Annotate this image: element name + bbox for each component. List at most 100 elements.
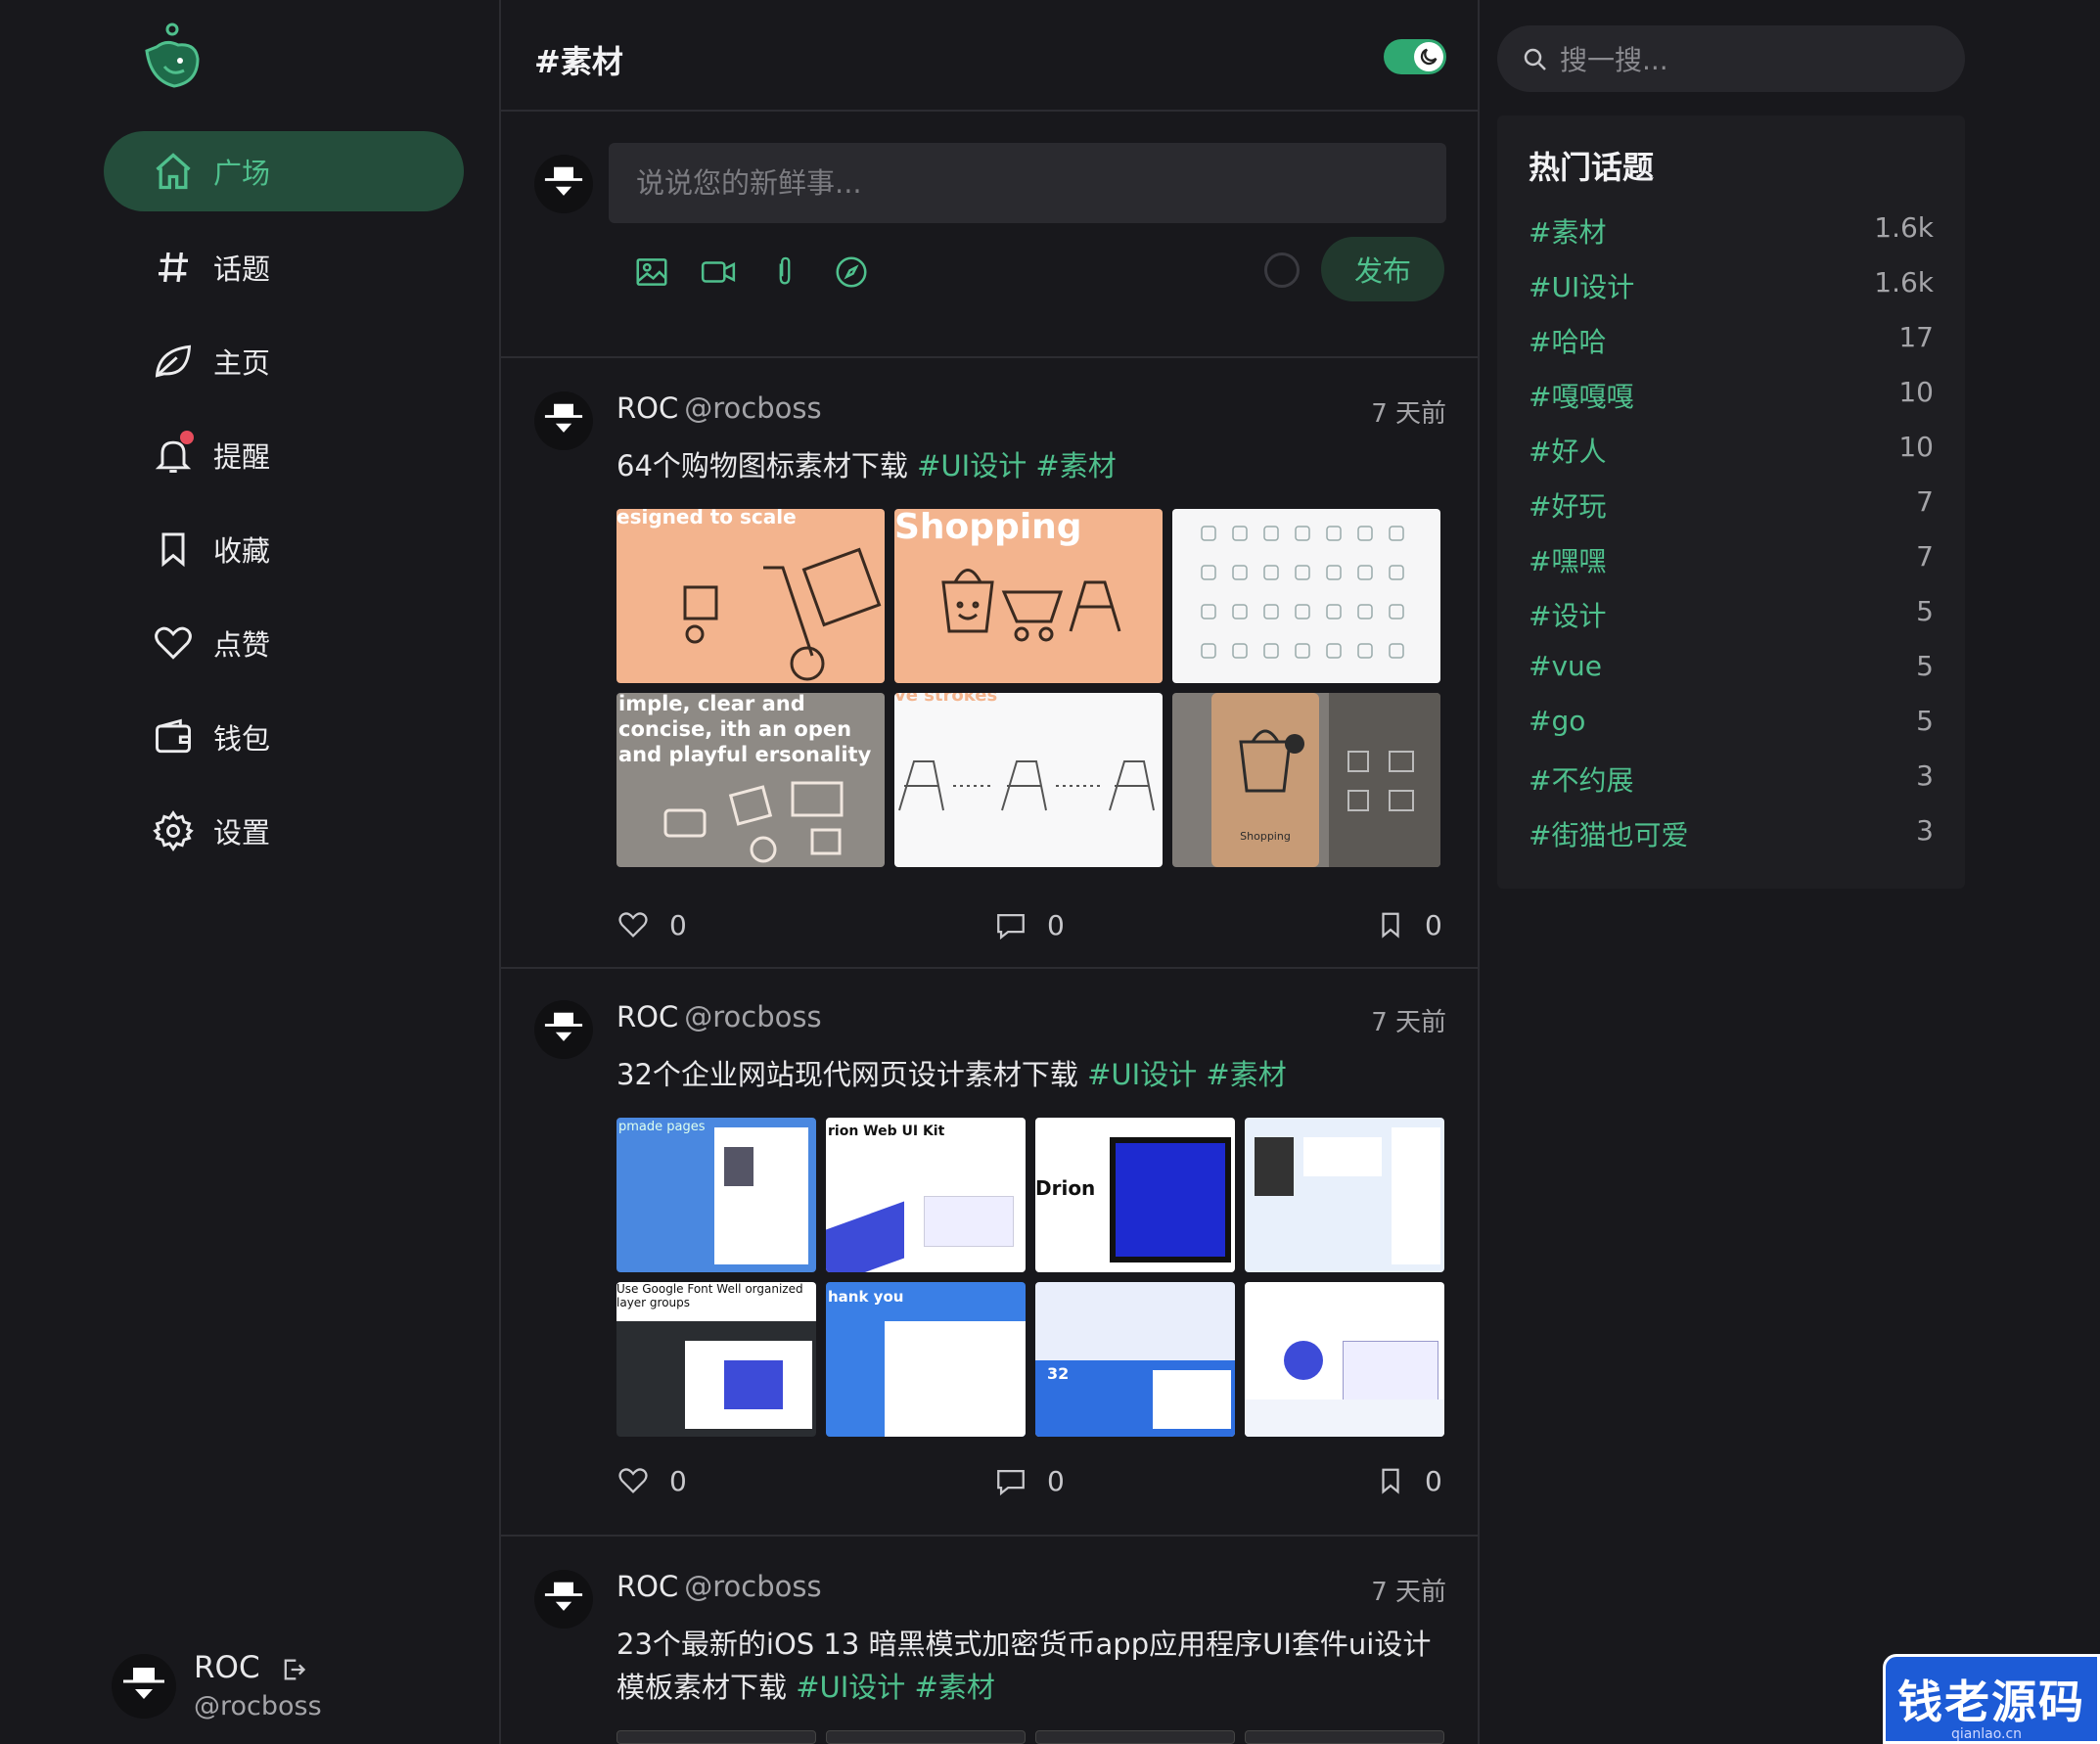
post-image[interactable] [1172, 509, 1440, 683]
post-image[interactable] [616, 1730, 816, 1744]
topic-name[interactable]: #嘿嘿 [1529, 540, 1606, 579]
topic-count: 17 [1898, 321, 1934, 353]
post-image[interactable]: ve strokes [894, 693, 1163, 867]
user-handle: @rocboss [194, 1691, 322, 1721]
video-icon[interactable] [699, 252, 738, 292]
topic-name[interactable]: #素材 [1529, 211, 1606, 251]
publish-button[interactable]: 发布 [1321, 237, 1444, 301]
post-tag[interactable]: #素材 [1035, 449, 1116, 482]
post-image[interactable]: Shopping [894, 509, 1163, 683]
notification-badge [180, 431, 194, 444]
gear-icon [151, 808, 196, 853]
post-image[interactable]: rion Web UI Kit [826, 1118, 1026, 1272]
image-grid: pmade pages rion Web UI Kit Drion Use Go… [616, 1118, 1444, 1437]
comment-button[interactable]: 0 [994, 908, 1065, 941]
topic-name[interactable]: #好玩 [1529, 485, 1606, 525]
post-image[interactable]: 32 [1035, 1282, 1235, 1437]
image-icon[interactable] [632, 252, 671, 292]
nav-item-likes[interactable]: 点赞 [104, 603, 464, 683]
post-image[interactable]: esigned to scale [616, 509, 885, 683]
search-input[interactable] [1558, 25, 1953, 94]
current-user[interactable]: ROC @rocboss [112, 1650, 405, 1728]
comment-button[interactable]: 0 [994, 1464, 1065, 1497]
hot-topic-item[interactable]: #嘎嘎嘎 10 [1529, 376, 1934, 419]
compose-input[interactable] [609, 143, 1446, 223]
nav-item-topics[interactable]: 话题 [104, 227, 464, 307]
post-tag[interactable]: #UI设计 [796, 1671, 905, 1704]
author-name: ROC [616, 1570, 679, 1603]
post-card[interactable]: ROC @rocboss 7 天前 32个企业网站现代网页设计素材下载 #UI设计… [501, 967, 1478, 1537]
comment-icon [997, 1469, 1025, 1496]
post-card[interactable]: ROC @rocboss 7 天前 64个购物图标素材下载 #UI设计 #素材 e… [501, 358, 1478, 969]
post-tag[interactable]: #UI设计 [917, 449, 1027, 482]
like-button[interactable]: 0 [616, 1464, 687, 1497]
topic-name[interactable]: #go [1529, 705, 1585, 737]
hot-topic-item[interactable]: #素材 1.6k [1529, 211, 1934, 254]
post-image[interactable] [1035, 1730, 1235, 1744]
post-tag[interactable]: #素材 [1206, 1058, 1286, 1091]
nav-item-wallet[interactable]: 钱包 [104, 697, 464, 777]
hot-topic-item[interactable]: #vue 5 [1529, 650, 1934, 693]
topic-count: 5 [1916, 705, 1934, 737]
nav-label: 点赞 [213, 628, 271, 662]
post-image[interactable] [1245, 1118, 1444, 1272]
like-button[interactable]: 0 [616, 908, 687, 941]
topic-name[interactable]: #vue [1529, 650, 1602, 682]
theme-toggle[interactable] [1384, 39, 1446, 74]
main-feed: #素材 发布 ROC@rocboss 7 天前 [499, 0, 1480, 1744]
topic-count: 1.6k [1874, 266, 1934, 298]
post-content: 23个最新的iOS 13 暗黑模式加密货币app应用程序UI套件ui设计模板素材… [616, 1623, 1448, 1709]
post-image[interactable] [1245, 1282, 1444, 1437]
hot-topic-item[interactable]: #好人 10 [1529, 431, 1934, 474]
post-card[interactable]: ROC @rocboss 7 天前 23个最新的iOS 13 暗黑模式加密货币ap… [501, 1537, 1478, 1744]
topic-name[interactable]: #UI设计 [1529, 266, 1634, 305]
post-author[interactable]: ROC @rocboss [616, 1570, 822, 1603]
avatar[interactable] [112, 1654, 176, 1719]
topic-name[interactable]: #设计 [1529, 595, 1606, 634]
post-image[interactable]: pmade pages [616, 1118, 816, 1272]
compass-icon[interactable] [832, 252, 871, 292]
avatar[interactable] [534, 1570, 593, 1629]
hot-topic-item[interactable]: #哈哈 17 [1529, 321, 1934, 364]
post-author[interactable]: ROC @rocboss [616, 1000, 822, 1033]
svg-text:Shopping: Shopping [1240, 830, 1291, 843]
hot-topic-item[interactable]: #嘿嘿 7 [1529, 540, 1934, 583]
post-image[interactable]: Shopping [1172, 693, 1440, 867]
watermark-url: qianlao.cn [1951, 1726, 2023, 1742]
hot-topic-item[interactable]: #go 5 [1529, 705, 1934, 748]
avatar[interactable] [534, 1000, 593, 1059]
nav-item-settings[interactable]: 设置 [104, 791, 464, 871]
app-logo[interactable] [137, 22, 205, 92]
collect-button[interactable]: 0 [1376, 1464, 1442, 1497]
post-image[interactable] [1245, 1730, 1444, 1744]
logout-icon[interactable] [280, 1656, 307, 1683]
topic-name[interactable]: #不约展 [1529, 759, 1633, 799]
nav-item-plaza[interactable]: 广场 [104, 131, 464, 211]
topic-name[interactable]: #嘎嘎嘎 [1529, 376, 1633, 415]
nav-item-notifications[interactable]: 提醒 [104, 415, 464, 495]
post-author[interactable]: ROC @rocboss [616, 391, 822, 425]
image-grid [616, 1730, 1444, 1744]
post-image[interactable] [826, 1730, 1026, 1744]
hot-topic-item[interactable]: #好玩 7 [1529, 485, 1934, 528]
post-tag[interactable]: #UI设计 [1087, 1058, 1197, 1091]
topic-name[interactable]: #哈哈 [1529, 321, 1606, 360]
hot-topic-item[interactable]: #设计 5 [1529, 595, 1934, 638]
hot-topic-item[interactable]: #UI设计 1.6k [1529, 266, 1934, 309]
nav-item-collections[interactable]: 收藏 [104, 509, 464, 589]
attachment-icon[interactable] [765, 252, 804, 292]
topic-name[interactable]: #好人 [1529, 431, 1606, 470]
search-box[interactable] [1497, 25, 1965, 94]
topic-name[interactable]: #街猫也可爱 [1529, 814, 1688, 853]
nav-item-home[interactable]: 主页 [104, 321, 464, 401]
post-image[interactable]: hank you [826, 1282, 1026, 1437]
hot-topic-item[interactable]: #不约展 3 [1529, 759, 1934, 803]
post-image[interactable]: Drion [1035, 1118, 1235, 1272]
avatar[interactable] [534, 391, 593, 450]
hot-topic-item[interactable]: #街猫也可爱 3 [1529, 814, 1934, 857]
comment-icon [997, 913, 1025, 941]
post-tag[interactable]: #素材 [915, 1671, 995, 1704]
collect-button[interactable]: 0 [1376, 908, 1442, 941]
post-image[interactable]: Use Google Font Well organized layer gro… [616, 1282, 816, 1437]
post-image[interactable]: imple, clear and concise, ith an open an… [616, 693, 885, 867]
